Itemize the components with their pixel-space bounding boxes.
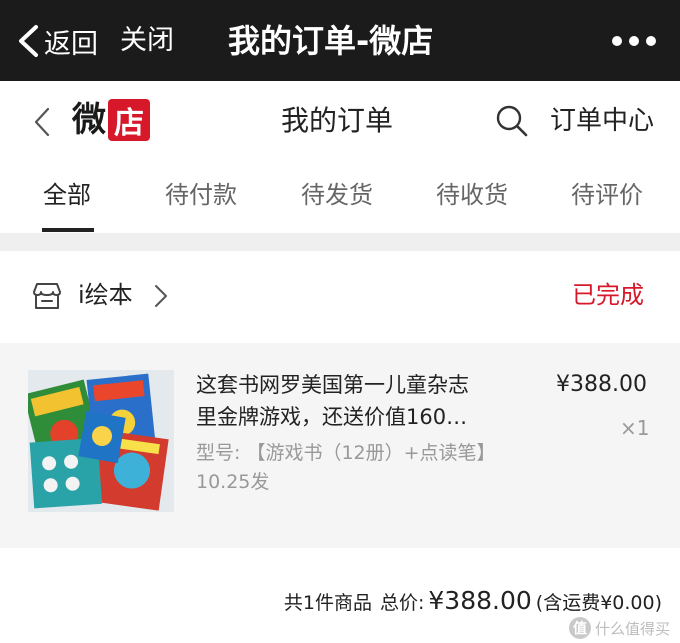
product-name-line-1: 这套书网罗美国第一儿童杂志	[196, 373, 469, 397]
product-name-line-2: 里金牌游戏，还送价值160…	[196, 405, 468, 429]
tab-pending-review[interactable]: 待评价	[571, 177, 643, 213]
shipping-note: (含运费¥0.00)	[535, 592, 662, 614]
watermark-text: 什么值得买	[594, 619, 670, 638]
weidian-logo: 微 店	[72, 98, 150, 142]
order-status: 已完成	[572, 281, 644, 309]
item-count: 共1件商品	[283, 592, 372, 614]
product-name: 这套书网罗美国第一儿童杂志 里金牌游戏，还送价值160…	[196, 369, 536, 433]
active-tab-indicator	[42, 228, 94, 232]
back-label: 返回	[44, 28, 98, 60]
tab-pending-receipt[interactable]: 待收货	[436, 177, 508, 213]
chevron-right-icon[interactable]	[153, 283, 169, 309]
tab-pending-shipment[interactable]: 待发货	[301, 177, 373, 213]
watermark: 值 什么值得买	[568, 617, 670, 639]
more-dots-icon	[612, 36, 622, 46]
top-nav-bar: 返回 关闭 我的订单-微店	[0, 0, 680, 81]
logo-text: 微	[72, 100, 106, 140]
total-price: ¥388.00	[428, 586, 532, 615]
shop-name-link[interactable]: i绘本	[78, 277, 133, 313]
total-label: 总价:	[379, 592, 425, 614]
close-button[interactable]: 关闭	[120, 22, 174, 60]
section-divider	[0, 233, 680, 251]
watermark-logo-icon: 值	[568, 617, 591, 639]
product-thumbnail	[28, 370, 174, 512]
product-model: 型号: 【游戏书（12册）+点读笔】10.25发	[196, 442, 496, 493]
shop-header: 微 店 我的订单 订单中心	[0, 81, 680, 161]
window-title: 我的订单-微店	[228, 22, 434, 60]
tab-all[interactable]: 全部	[43, 177, 91, 213]
spacer	[0, 548, 680, 584]
chevron-left-icon	[19, 25, 38, 57]
logo-badge: 店	[108, 99, 150, 141]
order-center-link[interactable]: 订单中心	[550, 101, 654, 141]
product-price: ¥388.00	[556, 372, 647, 397]
more-menu-button[interactable]	[612, 26, 656, 56]
store-icon	[33, 283, 61, 309]
back-button[interactable]: 返回	[16, 22, 98, 60]
order-product-item[interactable]: 这套书网罗美国第一儿童杂志 里金牌游戏，还送价值160… 型号: 【游戏书（12…	[0, 343, 680, 548]
order-tabs: 全部 待付款 待发货 待收货 待评价	[0, 161, 680, 233]
tab-pending-payment[interactable]: 待付款	[165, 177, 237, 213]
product-quantity: ×1	[620, 416, 650, 440]
chevron-left-icon[interactable]	[30, 103, 54, 141]
page-title: 我的订单	[281, 104, 394, 137]
search-icon[interactable]	[494, 103, 530, 139]
order-total: 共1件商品 总价: ¥388.00 (含运费¥0.00)	[284, 586, 662, 615]
order-shop-row: i绘本 已完成	[0, 251, 680, 343]
